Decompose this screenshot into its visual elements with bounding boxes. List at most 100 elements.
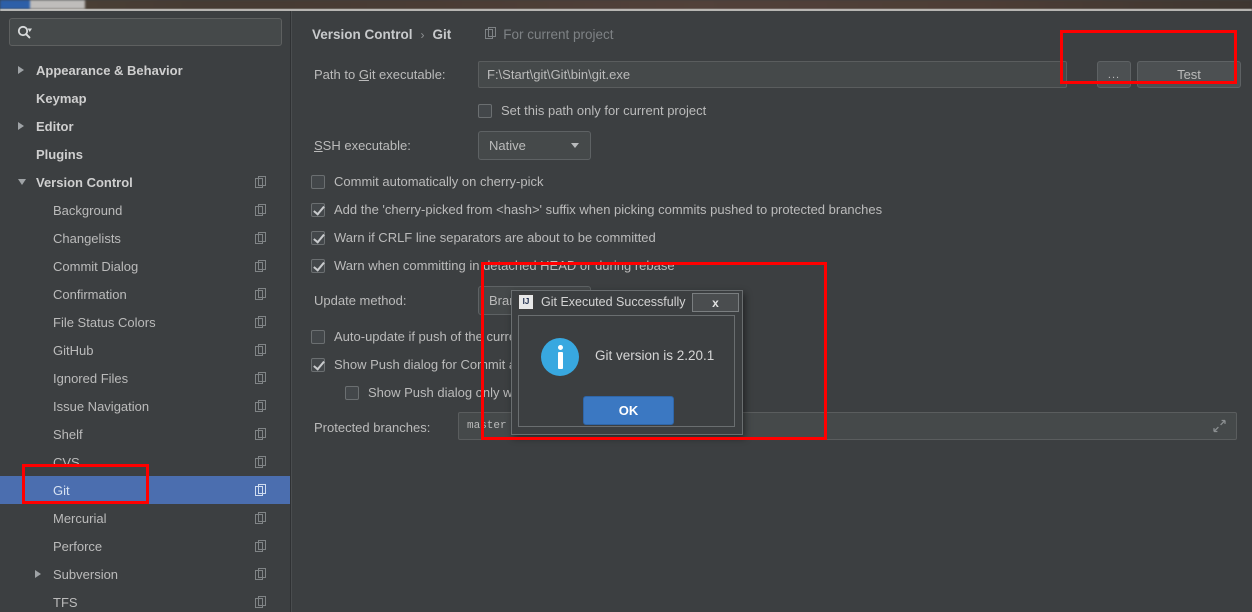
sidebar-item-version-control[interactable]: Version Control	[0, 168, 291, 196]
sidebar-item-mercurial[interactable]: Mercurial	[0, 504, 291, 532]
sidebar-item-label: TFS	[0, 595, 78, 610]
sidebar-item-plugins[interactable]: Plugins	[0, 140, 291, 168]
breadcrumb-separator: ›	[421, 28, 425, 42]
dialog-titlebar[interactable]: IJ Git Executed Successfully x	[512, 291, 742, 312]
path-to-git-label: Path to Git executable:	[314, 67, 446, 82]
path-label-pre: Path to	[314, 67, 359, 82]
settings-tree: Appearance & Behavior KeymapEditor Plugins…	[0, 56, 291, 612]
update-method-label: Update method:	[314, 293, 407, 308]
sidebar-item-label: Plugins	[0, 147, 83, 162]
sidebar-item-subversion[interactable]: Subversion	[0, 560, 291, 588]
dialog-title: Git Executed Successfully	[541, 295, 686, 309]
sidebar-item-editor[interactable]: Editor	[0, 112, 291, 140]
sidebar-item-label: Git	[0, 483, 70, 498]
sidebar-item-tfs[interactable]: TFS	[0, 588, 291, 612]
sidebar-item-issue-navigation[interactable]: Issue Navigation	[0, 392, 291, 420]
ssh-label-mnemonic: S	[314, 138, 323, 153]
project-scope-icon	[255, 540, 267, 552]
search-box[interactable]	[9, 18, 282, 46]
dialog-message: Git version is 2.20.1	[595, 348, 714, 363]
project-scope-icon	[255, 596, 267, 608]
set-path-current-project-row[interactable]: Set this path only for current project	[478, 103, 706, 118]
sidebar-item-label: Mercurial	[0, 511, 106, 526]
breadcrumb-root[interactable]: Version Control	[312, 27, 413, 42]
sidebar-item-keymap[interactable]: Keymap	[0, 84, 291, 112]
chevron-right-icon[interactable]	[35, 570, 41, 578]
sidebar-item-file-status-colors[interactable]: File Status Colors	[0, 308, 291, 336]
search-icon	[17, 25, 32, 40]
sidebar-item-appearance-behavior[interactable]: Appearance & Behavior	[0, 56, 291, 84]
sidebar-item-label: Shelf	[0, 427, 83, 442]
project-scope-icon	[255, 400, 267, 412]
sidebar-item-background[interactable]: Background	[0, 196, 291, 224]
breadcrumb-leaf: Git	[433, 27, 452, 42]
search-input[interactable]	[32, 25, 268, 40]
show-push-dialog-protected-checkbox[interactable]	[345, 386, 359, 400]
project-scope-icon	[255, 484, 267, 496]
git-executed-dialog: IJ Git Executed Successfully x Git versi…	[511, 290, 743, 435]
path-label-mnemonic: G	[359, 67, 369, 82]
sidebar-item-label: Subversion	[0, 567, 118, 582]
dialog-body: Git version is 2.20.1 OK	[518, 315, 735, 427]
sidebar-item-confirmation[interactable]: Confirmation	[0, 280, 291, 308]
ssh-executable-value: Native	[489, 138, 526, 153]
cherry-picked-suffix-row[interactable]: Add the 'cherry-picked from <hash>' suff…	[311, 202, 882, 217]
commit-auto-cherry-pick-row[interactable]: Commit automatically on cherry-pick	[311, 174, 544, 189]
auto-update-push-rejected-checkbox[interactable]	[311, 330, 325, 344]
project-scope-icon	[255, 456, 267, 468]
warn-crlf-label: Warn if CRLF line separators are about t…	[334, 230, 656, 245]
sidebar-item-cvs[interactable]: CVS	[0, 448, 291, 476]
project-scope-icon	[255, 568, 267, 580]
commit-auto-cherry-pick-label: Commit automatically on cherry-pick	[334, 174, 544, 189]
sidebar-item-shelf[interactable]: Shelf	[0, 420, 291, 448]
info-bar	[558, 352, 563, 369]
warn-detached-head-checkbox[interactable]	[311, 259, 325, 273]
project-scope-icon	[485, 27, 497, 42]
sidebar-item-ignored-files[interactable]: Ignored Files	[0, 364, 291, 392]
project-scope-icon	[255, 204, 267, 216]
project-scope-indicator: For current project	[485, 27, 613, 42]
project-scope-icon	[255, 260, 267, 272]
sidebar-item-changelists[interactable]: Changelists	[0, 224, 291, 252]
warn-crlf-row[interactable]: Warn if CRLF line separators are about t…	[311, 230, 656, 245]
project-scope-label: For current project	[503, 27, 613, 42]
intellij-idea-icon: IJ	[518, 294, 534, 310]
sidebar-item-label: CVS	[0, 455, 80, 470]
expand-field-icon[interactable]	[1213, 420, 1226, 433]
protected-branches-label: Protected branches:	[314, 420, 430, 435]
chevron-right-icon[interactable]	[18, 122, 24, 130]
ok-button[interactable]: OK	[583, 396, 674, 425]
git-executable-path-input[interactable]	[478, 61, 1067, 88]
project-scope-icon	[255, 316, 267, 328]
ssh-label-post: SH executable:	[323, 138, 411, 153]
sidebar-item-commit-dialog[interactable]: Commit Dialog	[0, 252, 291, 280]
cherry-picked-suffix-label: Add the 'cherry-picked from <hash>' suff…	[334, 202, 882, 217]
project-scope-icon	[255, 288, 267, 300]
sidebar-item-git[interactable]: Git	[0, 476, 291, 504]
sidebar-item-label: Issue Navigation	[0, 399, 149, 414]
sidebar-item-label: File Status Colors	[0, 315, 156, 330]
information-icon	[541, 338, 579, 376]
project-scope-icon	[255, 428, 267, 440]
chevron-down-icon[interactable]	[18, 179, 26, 185]
sidebar-item-label: Commit Dialog	[0, 259, 138, 274]
commit-auto-cherry-pick-checkbox[interactable]	[311, 175, 325, 189]
test-button[interactable]: Test	[1137, 61, 1241, 88]
close-icon[interactable]: x	[692, 293, 739, 312]
cherry-picked-suffix-checkbox[interactable]	[311, 203, 325, 217]
project-scope-icon	[255, 232, 267, 244]
info-dot	[558, 345, 563, 350]
chevron-right-icon[interactable]	[18, 66, 24, 74]
ssh-executable-combo[interactable]: Native	[478, 131, 591, 160]
sidebar-item-label: Confirmation	[0, 287, 127, 302]
browse-button[interactable]: ...	[1097, 61, 1131, 88]
sidebar-item-label: Appearance & Behavior	[0, 63, 183, 78]
sidebar-item-github[interactable]: GitHub	[0, 336, 291, 364]
warn-crlf-checkbox[interactable]	[311, 231, 325, 245]
git-settings-panel: Version Control › Git For current projec…	[292, 11, 1252, 612]
show-push-dialog-checkbox[interactable]	[311, 358, 325, 372]
sidebar-item-perforce[interactable]: Perforce	[0, 532, 291, 560]
warn-detached-head-row[interactable]: Warn when committing in detached HEAD or…	[311, 258, 675, 273]
set-path-current-project-checkbox[interactable]	[478, 104, 492, 118]
protected-branches-value: master	[467, 420, 507, 432]
